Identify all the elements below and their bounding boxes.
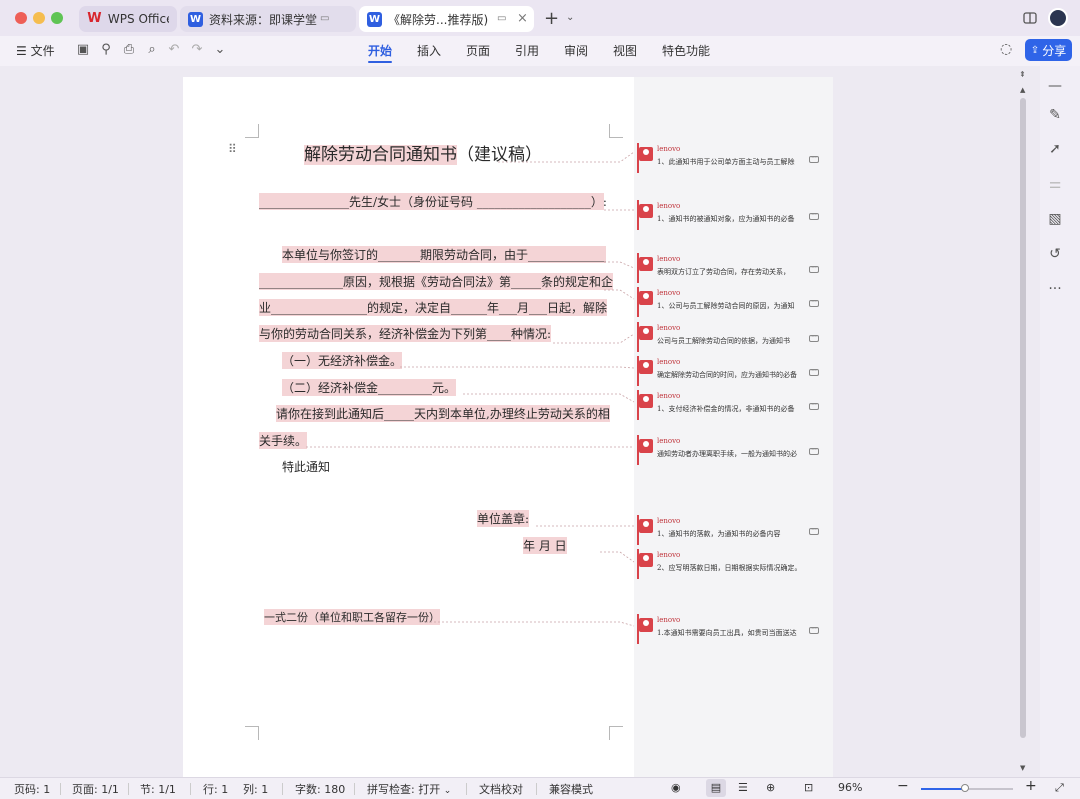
status-word-count[interactable]: 字数: 180 <box>295 781 345 797</box>
comment-text: 1、此通知书用于公司单方面主动与员工解除 <box>657 158 795 166</box>
status-pages[interactable]: 页面: 1/1 <box>72 781 119 797</box>
comment-author: lenovo <box>657 517 681 525</box>
comment-author: lenovo <box>657 145 681 153</box>
scrollbar-thumb[interactable] <box>1020 98 1026 738</box>
comment-text: 2、应写明落款日期，日期根据实际情况确定。 <box>657 564 802 572</box>
vertical-scrollbar[interactable] <box>1018 70 1028 775</box>
comment-avatar <box>639 291 653 305</box>
more-icon[interactable]: ··· <box>809 448 819 455</box>
fullscreen-icon[interactable]: ⤢ <box>1055 781 1064 795</box>
comment-author: lenovo <box>657 358 681 366</box>
status-page-code[interactable]: 页码: 1 <box>14 781 50 797</box>
eye-icon[interactable]: ◉ <box>671 781 681 794</box>
history-icon[interactable]: ↺ <box>1047 246 1063 262</box>
comment-text: 公司与员工解除劳动合同的依据，为通知书 <box>657 337 790 345</box>
settings-sliders-icon[interactable]: ⚌ <box>1047 176 1063 192</box>
comment-avatar <box>639 147 653 161</box>
minus-icon[interactable]: — <box>1047 78 1063 94</box>
zoom-slider-fill <box>921 788 966 790</box>
comment-avatar <box>639 360 653 374</box>
comment-card[interactable]: lenovo 表明双方订立了劳动合同，存在劳动关系， ··· <box>637 253 823 283</box>
zoom-slider-knob[interactable] <box>961 784 970 792</box>
image-tool-icon[interactable]: ▧ <box>1047 211 1063 227</box>
comment-author: lenovo <box>657 551 681 559</box>
separator <box>536 783 537 795</box>
separator <box>60 783 61 795</box>
separator <box>190 783 191 795</box>
web-view-icon[interactable]: ⊕ <box>766 781 775 794</box>
more-icon[interactable]: ··· <box>809 627 819 634</box>
more-options-icon[interactable]: ··· <box>1047 281 1063 297</box>
comment-avatar <box>639 204 653 218</box>
comment-card[interactable]: lenovo 1、通知书的被通知对象，应为通知书的必备 ··· <box>637 200 823 230</box>
comment-card[interactable]: lenovo 通知劳动者办理离职手续，一般为通知书的必 ··· <box>637 435 823 465</box>
separator <box>128 783 129 795</box>
separator <box>354 783 355 795</box>
comment-avatar <box>639 553 653 567</box>
more-icon[interactable]: ··· <box>809 528 819 535</box>
comment-avatar <box>639 618 653 632</box>
comment-avatar <box>639 439 653 453</box>
comment-text: 通知劳动者办理离职手续，一般为通知书的必 <box>657 450 797 458</box>
right-sidebar <box>1040 66 1080 777</box>
zoom-out-icon[interactable]: − <box>897 778 909 794</box>
comment-text: 确定解除劳动合同的时间，应为通知书的必备 <box>657 371 797 379</box>
separator <box>282 783 283 795</box>
comment-author: lenovo <box>657 289 681 297</box>
pen-icon[interactable]: ✎ <box>1047 107 1063 123</box>
comment-text: 1、支付经济补偿金的情况，非通知书的必备 <box>657 405 795 413</box>
more-icon[interactable]: ··· <box>809 266 819 273</box>
comment-card[interactable]: lenovo 2、应写明落款日期，日期根据实际情况确定。 <box>637 549 823 579</box>
comment-card[interactable]: lenovo 1.本通知书需要向员工出具，如贵司当面送达 ··· <box>637 614 823 644</box>
status-compat-mode: 兼容模式 <box>549 783 593 796</box>
comment-author: lenovo <box>657 255 681 263</box>
page-view-icon[interactable]: ▤ <box>706 779 726 797</box>
comment-avatar <box>639 257 653 271</box>
comment-card[interactable]: lenovo 公司与员工解除劳动合同的依据，为通知书 ··· <box>637 322 823 352</box>
cursor-select-icon[interactable]: ➚ <box>1047 141 1063 157</box>
comment-text: 1、通知书的被通知对象，应为通知书的必备 <box>657 215 795 223</box>
comment-card[interactable]: lenovo 确定解除劳动合同的时间，应为通知书的必备 ··· <box>637 356 823 386</box>
status-section[interactable]: 节: 1/1 <box>140 781 176 797</box>
comment-connectors <box>306 151 635 627</box>
status-spellcheck[interactable]: 拼写检查: 打开 ⌄ <box>367 781 451 797</box>
zoom-slider[interactable] <box>921 784 1013 792</box>
zoom-level[interactable]: 96% <box>838 781 862 794</box>
more-icon[interactable]: ··· <box>809 213 819 220</box>
scroll-top-icon[interactable]: ⇞ <box>1019 70 1026 79</box>
spellcheck-label: 拼写检查: 打开 <box>367 783 441 796</box>
outline-view-icon[interactable]: ☰ <box>738 781 748 794</box>
more-icon[interactable]: ··· <box>809 369 819 376</box>
status-col[interactable]: 列: 1 <box>243 781 268 797</box>
scroll-up-icon[interactable]: ▲ <box>1020 86 1025 94</box>
comment-avatar <box>639 394 653 408</box>
comment-avatar <box>639 326 653 340</box>
comment-avatar <box>639 519 653 533</box>
status-row[interactable]: 行: 1 <box>203 781 228 797</box>
more-icon[interactable]: ··· <box>809 300 819 307</box>
status-bar: 页码: 1 页面: 1/1 节: 1/1 行: 1 列: 1 字数: 180 拼… <box>0 777 1080 799</box>
fit-page-icon[interactable]: ⊡ <box>804 781 813 794</box>
status-proofread[interactable]: 文档校对 <box>479 781 523 797</box>
comment-text: 表明双方订立了劳动合同，存在劳动关系， <box>657 268 790 276</box>
more-icon[interactable]: ··· <box>809 156 819 163</box>
comment-text: 1、通知书的落款，为通知书的必备内容 <box>657 530 781 538</box>
comment-card[interactable]: lenovo 1、公司与员工解除劳动合同的原因，为通知 ··· <box>637 287 823 317</box>
scroll-down-icon[interactable]: ▼ <box>1020 764 1025 772</box>
comment-author: lenovo <box>657 324 681 332</box>
comment-author: lenovo <box>657 616 681 624</box>
comment-card[interactable]: lenovo 1、支付经济补偿金的情况，非通知书的必备 ··· <box>637 390 823 420</box>
comment-text: 1、公司与员工解除劳动合同的原因，为通知 <box>657 302 795 310</box>
separator <box>466 783 467 795</box>
more-icon[interactable]: ··· <box>809 403 819 410</box>
zoom-in-icon[interactable]: + <box>1025 778 1037 794</box>
comment-card[interactable]: lenovo 1、此通知书用于公司单方面主动与员工解除 ··· <box>637 143 823 173</box>
comment-card[interactable]: lenovo 1、通知书的落款，为通知书的必备内容 ··· <box>637 515 823 545</box>
comment-text: 1.本通知书需要向员工出具，如贵司当面送达 <box>657 629 797 637</box>
comment-author: lenovo <box>657 437 681 445</box>
chevron-down-icon: ⌄ <box>443 786 452 796</box>
comment-author: lenovo <box>657 392 681 400</box>
comment-author: lenovo <box>657 202 681 210</box>
more-icon[interactable]: ··· <box>809 335 819 342</box>
